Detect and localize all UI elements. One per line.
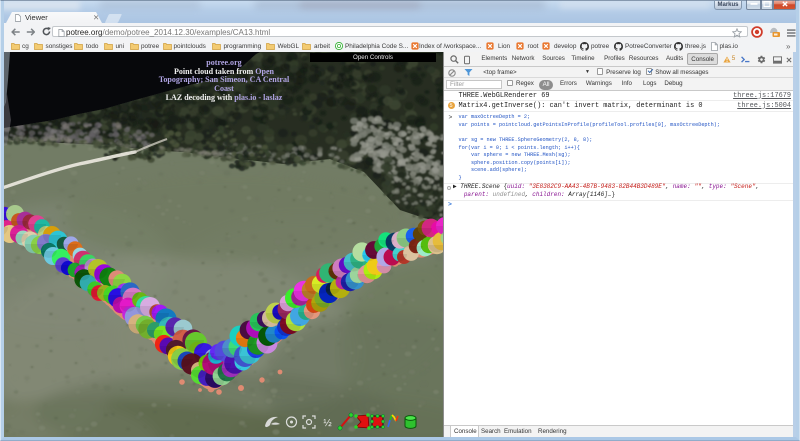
- svg-text:½: ½: [323, 418, 332, 429]
